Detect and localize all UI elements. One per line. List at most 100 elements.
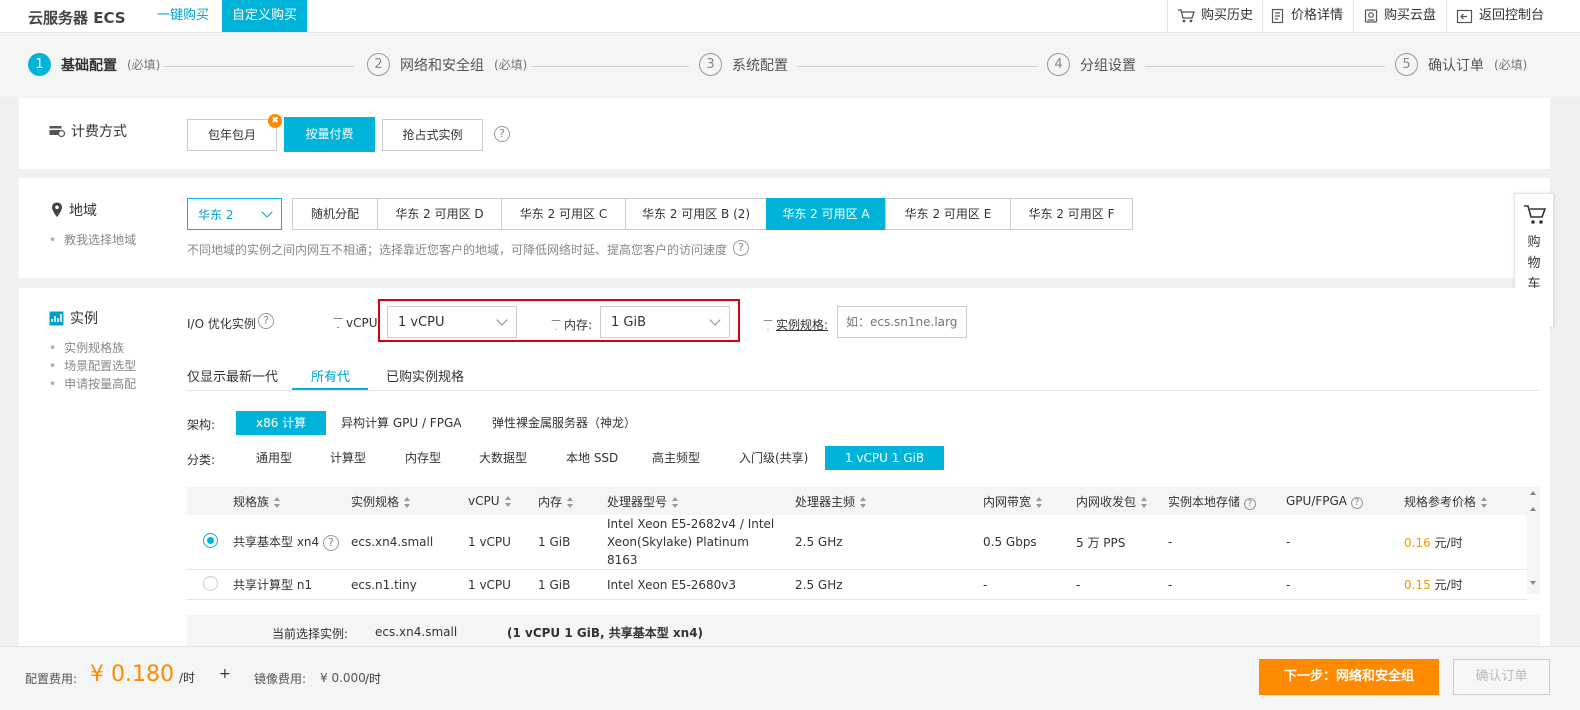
category-bigdata[interactable]: 大数据型 <box>459 446 547 470</box>
help-icon[interactable]: ? <box>494 126 510 142</box>
vcpu-select[interactable]: 1 vCPU <box>387 306 517 338</box>
help-icon[interactable]: ? <box>258 313 274 329</box>
col-spec[interactable]: 实例规格 <box>343 487 460 515</box>
step-label: 系统配置 <box>732 57 788 74</box>
scroll-up-icon[interactable] <box>1530 491 1536 495</box>
sort-icon <box>567 496 574 508</box>
step-confirm[interactable]: 5 确认订单 (必填) <box>1395 53 1527 76</box>
tab-custom-buy[interactable]: 自定义购买 <box>222 0 308 32</box>
region-title: 地域 <box>51 200 97 220</box>
category-memory[interactable]: 内存型 <box>385 446 461 470</box>
sort-icon <box>860 496 867 508</box>
col-pps[interactable]: 内网收发包 <box>1068 487 1160 515</box>
step-group[interactable]: 4 分组设置 <box>1047 53 1136 76</box>
current-selection-bar: 当前选择实例: ecs.xn4.small (1 vCPU 1 GiB, 共享基… <box>187 615 1540 647</box>
step-network[interactable]: 2 网络和安全组 (必填) <box>367 53 527 76</box>
image-fee-unit: /时 <box>365 672 382 686</box>
step-number: 2 <box>367 53 390 76</box>
category-entry-shared[interactable]: 入门级(共享) <box>719 446 828 470</box>
config-fee-label: 配置费用: <box>25 672 78 686</box>
step-label: 确认订单 <box>1428 57 1484 74</box>
tab-purchased-spec[interactable]: 已购实例规格 <box>386 366 464 385</box>
instance-link-apply-quota[interactable]: 申请按量高配 <box>49 375 136 392</box>
zone-option[interactable]: 华东 2 可用区 C <box>501 198 626 230</box>
brand-title: 云服务器 ECS <box>28 9 126 27</box>
sort-icon <box>274 496 281 508</box>
step-number: 3 <box>699 53 722 76</box>
radio-selected[interactable] <box>203 533 218 548</box>
confirm-order-button[interactable]: 确认订单 <box>1453 659 1550 695</box>
zone-selector: 随机分配 华东 2 可用区 D 华东 2 可用区 C 华东 2 可用区 B (2… <box>292 198 1133 230</box>
nav-label: 购买历史 <box>1201 8 1254 23</box>
receipt-icon <box>1271 8 1284 24</box>
instance-link-families[interactable]: 实例规格族 <box>49 339 124 356</box>
radio-unselected[interactable] <box>203 575 218 591</box>
zone-option[interactable]: 华东 2 可用区 B (2) <box>625 198 767 230</box>
region-help-link[interactable]: 教我选择地域 <box>49 231 136 248</box>
chevron-down-icon <box>261 206 273 218</box>
region-select[interactable]: 华东 2 <box>187 198 282 230</box>
step-number: 1 <box>28 53 51 76</box>
chevron-down-icon <box>496 314 508 326</box>
sort-icon <box>404 496 411 508</box>
instance-link-scenario[interactable]: 场景配置选型 <box>49 357 136 374</box>
table-header-row: 规格族 实例规格 vCPU 内存 处理器型号 处理器主频 内网带宽 内网收发包 … <box>187 487 1527 515</box>
tab-all-gen[interactable]: 所有代 <box>311 366 350 385</box>
billing-option-pay-as-you-go[interactable]: 按量付费 <box>284 117 375 152</box>
step-basic-config[interactable]: 1 基础配置 (必填) <box>28 53 160 76</box>
tab-latest-gen[interactable]: 仅显示最新一代 <box>187 366 278 385</box>
billing-icon <box>49 126 65 137</box>
instance-spec-table: 规格族 实例规格 vCPU 内存 处理器型号 处理器主频 内网带宽 内网收发包 … <box>187 487 1527 600</box>
current-selection-spec: ecs.xn4.small <box>375 625 458 639</box>
next-network-button[interactable]: 下一步：网络和安全组 <box>1259 659 1439 695</box>
scroll-up-icon[interactable] <box>1530 507 1536 511</box>
billing-option-spot[interactable]: 抢占式实例 <box>382 119 483 151</box>
memory-select[interactable]: 1 GiB <box>600 306 730 338</box>
nav-buy-disk[interactable]: 购买云盘 <box>1364 0 1436 32</box>
category-general[interactable]: 通用型 <box>236 446 312 470</box>
image-fee-label: 镜像费用: <box>254 672 307 686</box>
col-cpu-freq[interactable]: 处理器主频 <box>787 487 975 515</box>
col-price[interactable]: 规格参考价格 <box>1396 487 1527 515</box>
zone-option[interactable]: 随机分配 <box>292 198 378 230</box>
billing-option-subscription[interactable]: 包年包月 ✖ <box>187 114 282 151</box>
arch-option-baremetal[interactable]: 弹性裸金属服务器（神龙） <box>472 411 656 435</box>
help-icon[interactable]: ? <box>323 534 339 551</box>
step-label: 分组设置 <box>1080 57 1136 74</box>
tab-quick-buy[interactable]: 一键购买 <box>147 0 219 32</box>
config-fee-unit: /时 <box>179 671 196 685</box>
table-row[interactable]: 共享基本型 xn4 ? ecs.xn4.small 1 vCPU 1 GiB I… <box>187 515 1527 570</box>
col-cpu-model[interactable]: 处理器型号 <box>599 487 787 515</box>
category-1vcpu-1gib[interactable]: 1 vCPU 1 GiB <box>825 446 945 470</box>
category-label: 分类: <box>187 453 216 467</box>
spec-search-input[interactable] <box>837 306 967 338</box>
promo-badge-icon: ✖ <box>268 114 282 128</box>
nav-back-console[interactable]: 返回控制台 <box>1456 0 1544 32</box>
zone-option-selected[interactable]: 华东 2 可用区 A <box>766 198 886 230</box>
top-bar: 云服务器 ECS 一键购买 自定义购买 购买历史 价格详情 购买云盘 返回控制台 <box>0 0 1580 33</box>
category-compute[interactable]: 计算型 <box>310 446 386 470</box>
table-row[interactable]: 共享计算型 n1 ecs.n1.tiny 1 vCPU 1 GiB Intel … <box>187 569 1527 600</box>
help-icon[interactable]: ? <box>733 240 749 256</box>
step-number: 4 <box>1047 53 1070 76</box>
instance-title: 实例 <box>49 308 98 328</box>
zone-option[interactable]: 华东 2 可用区 F <box>1010 198 1133 230</box>
zone-option[interactable]: 华东 2 可用区 D <box>377 198 502 230</box>
col-bandwidth[interactable]: 内网带宽 <box>975 487 1068 515</box>
nav-label: 返回控制台 <box>1479 8 1545 23</box>
arch-option-gpu[interactable]: 异构计算 GPU / FPGA <box>321 411 481 435</box>
arch-option-x86[interactable]: x86 计算 <box>236 411 327 435</box>
col-memory[interactable]: 内存 <box>530 487 599 515</box>
zone-option[interactable]: 华东 2 可用区 E <box>885 198 1011 230</box>
nav-price-details[interactable]: 价格详情 <box>1271 0 1343 32</box>
nav-purchase-history[interactable]: 购买历史 <box>1177 0 1253 32</box>
category-local-ssd[interactable]: 本地 SSD <box>546 446 638 470</box>
col-family[interactable]: 规格族 <box>225 487 343 515</box>
category-high-freq[interactable]: 高主频型 <box>632 446 720 470</box>
step-system[interactable]: 3 系统配置 <box>699 53 788 76</box>
table-scrollbar[interactable] <box>1527 487 1540 594</box>
scroll-down-icon[interactable] <box>1530 581 1536 585</box>
config-fee-value: ¥ 0.180 <box>90 662 174 687</box>
col-vcpu[interactable]: vCPU <box>460 487 530 515</box>
price-value: 0.15 <box>1404 578 1431 592</box>
